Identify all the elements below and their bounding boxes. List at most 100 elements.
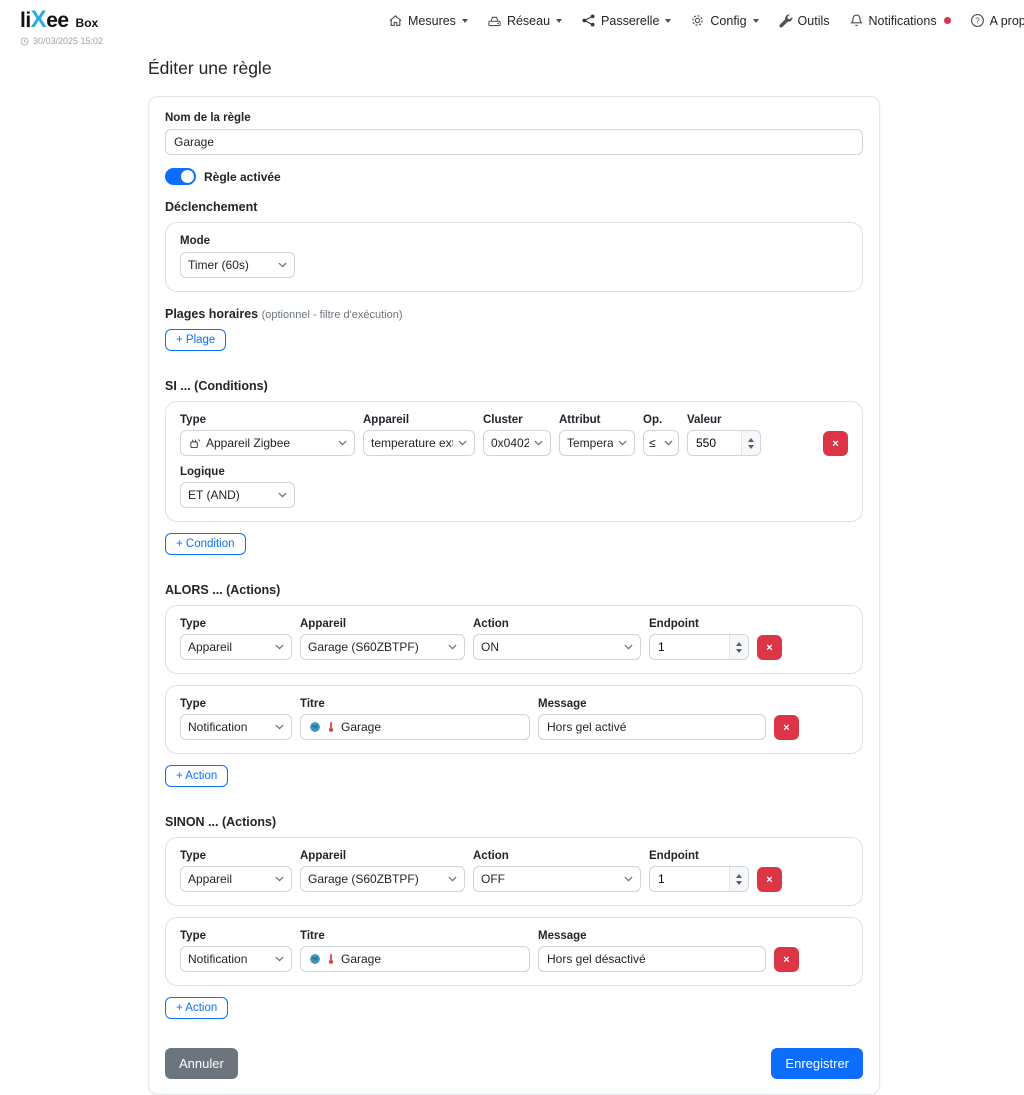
chevron-down-icon: [665, 19, 671, 23]
rule-enabled-toggle[interactable]: [165, 168, 196, 185]
mode-select[interactable]: Timer (60s): [180, 252, 295, 278]
valeur-stepper[interactable]: [741, 431, 760, 455]
share-nodes-icon: [581, 13, 596, 28]
endpoint-stepper[interactable]: [729, 635, 748, 659]
condition-cluster-select[interactable]: 0x0402 - Ten: [483, 430, 551, 456]
nav-item-mesures[interactable]: Mesures: [388, 13, 468, 28]
chevron-down-icon: [275, 876, 284, 882]
add-condition-button[interactable]: + Condition: [165, 533, 246, 555]
add-alors-action-button[interactable]: + Action: [165, 765, 228, 787]
sinon-notif-message-label: Message: [538, 930, 766, 942]
chevron-down-icon: [278, 492, 287, 498]
chevron-down-icon: [624, 644, 633, 650]
nav-item-reseau[interactable]: Réseau: [487, 13, 562, 28]
condition-op-select[interactable]: ≤: [643, 430, 679, 456]
sinon-notif-type-select[interactable]: Notification: [180, 946, 292, 972]
alors-device-action-label: Action: [473, 618, 641, 630]
cold-face-icon: [309, 953, 321, 965]
nav-item-apropos[interactable]: ? A propos: [970, 13, 1024, 28]
alors-device-card: Type Appareil Appareil Garage (S60ZBTPF)…: [165, 605, 863, 674]
sinon-notif-message-input[interactable]: [538, 946, 766, 972]
alors-device-endpoint-label: Endpoint: [649, 618, 749, 630]
condition-valeur-label: Valeur: [687, 414, 761, 426]
alors-device-appareil-select[interactable]: Garage (S60ZBTPF): [300, 634, 465, 660]
condition-remove-button[interactable]: ×: [823, 431, 848, 456]
alors-device-type-label: Type: [180, 618, 292, 630]
chevron-down-icon: [275, 644, 284, 650]
zigbee-device-icon: [188, 437, 201, 450]
alors-endpoint-field[interactable]: [650, 635, 729, 659]
wrench-icon: [778, 13, 793, 28]
chevron-down-icon: [753, 19, 759, 23]
trigger-heading: Déclenchement: [165, 200, 863, 214]
alors-notif-titre-label: Titre: [300, 698, 530, 710]
nav-item-passerelle[interactable]: Passerelle: [581, 13, 671, 28]
alors-notif-type-label: Type: [180, 698, 292, 710]
chevron-down-icon: [556, 19, 562, 23]
chevron-down-icon: [278, 262, 287, 268]
chevron-down-icon: [448, 876, 457, 882]
sinon-device-appareil-select[interactable]: Garage (S60ZBTPF): [300, 866, 465, 892]
thermometer-icon: [325, 953, 337, 965]
sinon-device-action-label: Action: [473, 850, 641, 862]
rule-name-input[interactable]: [165, 129, 863, 155]
condition-valeur-field[interactable]: [688, 431, 741, 455]
save-button[interactable]: Enregistrer: [771, 1048, 863, 1079]
alors-notif-message-input[interactable]: [538, 714, 766, 740]
sinon-device-remove-button[interactable]: ×: [757, 867, 782, 892]
bell-icon: [849, 13, 864, 28]
notification-dot: [944, 17, 951, 24]
logo-box-label: Box: [76, 16, 99, 30]
sinon-device-appareil-label: Appareil: [300, 850, 465, 862]
plages-heading: Plages horaires (optionnel - filtre d'ex…: [165, 307, 863, 321]
condition-type-select[interactable]: Appareil Zigbee: [180, 430, 355, 456]
cancel-button[interactable]: Annuler: [165, 1048, 238, 1079]
alors-device-endpoint-input[interactable]: [649, 634, 749, 660]
condition-attribut-select[interactable]: Temperature: [559, 430, 635, 456]
nav-item-config[interactable]: Config: [690, 13, 758, 28]
sinon-device-action-select[interactable]: OFF: [473, 866, 641, 892]
logique-select[interactable]: ET (AND): [180, 482, 295, 508]
alors-notif-type-select[interactable]: Notification: [180, 714, 292, 740]
alors-device-action-select[interactable]: ON: [473, 634, 641, 660]
chevron-down-icon: [618, 440, 627, 446]
add-sinon-action-button[interactable]: + Action: [165, 997, 228, 1019]
logo-text: liXee: [20, 8, 69, 32]
add-plage-button[interactable]: + Plage: [165, 329, 226, 351]
conditions-heading: SI ... (Conditions): [165, 379, 863, 393]
trigger-card: Mode Timer (60s): [165, 222, 863, 292]
thermometer-icon: [325, 721, 337, 733]
sinon-device-card: Type Appareil Appareil Garage (S60ZBTPF)…: [165, 837, 863, 906]
sinon-device-type-select[interactable]: Appareil: [180, 866, 292, 892]
condition-appareil-select[interactable]: temperature extérieure: [363, 430, 475, 456]
alors-notif-titre-input[interactable]: Garage: [300, 714, 530, 740]
condition-card: Type Appareil Zigbee Appareil temperatur…: [165, 401, 863, 522]
sinon-notif-titre-label: Titre: [300, 930, 530, 942]
header-datetime: 30/03/2025 15:02: [20, 36, 1004, 46]
endpoint-stepper[interactable]: [729, 867, 748, 891]
nav-item-notifications[interactable]: Notifications: [849, 13, 951, 28]
page-title: Éditer une règle: [148, 58, 880, 79]
sinon-device-endpoint-label: Endpoint: [649, 850, 749, 862]
chevron-down-icon: [275, 956, 284, 962]
alors-device-type-select[interactable]: Appareil: [180, 634, 292, 660]
sinon-notif-titre-input[interactable]: Garage: [300, 946, 530, 972]
sinon-endpoint-field[interactable]: [650, 867, 729, 891]
clock-icon: [20, 37, 29, 46]
condition-valeur-input[interactable]: [687, 430, 761, 456]
logique-label: Logique: [180, 466, 295, 478]
alors-device-remove-button[interactable]: ×: [757, 635, 782, 660]
chevron-down-icon: [275, 724, 284, 730]
alors-device-appareil-label: Appareil: [300, 618, 465, 630]
nav-item-outils[interactable]: Outils: [778, 13, 830, 28]
sinon-device-endpoint-input[interactable]: [649, 866, 749, 892]
alors-notif-remove-button[interactable]: ×: [774, 715, 799, 740]
main-content: Éditer une règle Nom de la règle Règle a…: [148, 58, 880, 1095]
alors-notif-message-label: Message: [538, 698, 766, 710]
sinon-notif-type-label: Type: [180, 930, 292, 942]
network-icon: [487, 13, 502, 28]
top-bar: liXee Box 30/03/2025 15:02 Mesures Résea…: [0, 0, 1024, 48]
sinon-notif-remove-button[interactable]: ×: [774, 947, 799, 972]
condition-op-label: Op.: [643, 414, 679, 426]
rule-name-label: Nom de la règle: [165, 112, 863, 124]
